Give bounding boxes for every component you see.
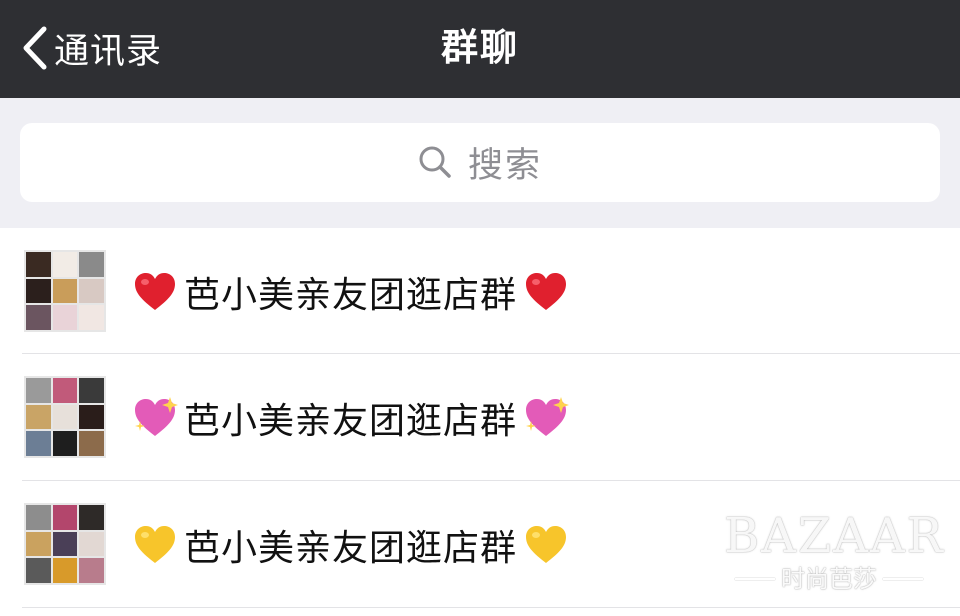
group-list: 芭小美亲友团逛店群 芭小美亲友团逛店群 芭小美亲友团逛店群	[0, 228, 960, 608]
group-name: 芭小美亲友团逛店群	[132, 354, 570, 481]
group-name-text: 芭小美亲友团逛店群	[184, 400, 518, 442]
navigation-bar: 通讯录 群聊	[0, 0, 960, 98]
list-item[interactable]: 芭小美亲友团逛店群	[0, 228, 960, 354]
group-avatar	[24, 376, 106, 458]
row-divider	[22, 607, 960, 608]
sparkling-heart-icon	[132, 395, 178, 441]
page-title: 群聊	[441, 26, 519, 69]
search-placeholder: 搜索	[467, 146, 542, 186]
red-heart-icon	[523, 269, 569, 315]
search-area: 搜索	[0, 98, 960, 228]
search-input[interactable]: 搜索	[20, 123, 940, 202]
search-icon	[418, 145, 452, 183]
red-heart-icon	[132, 269, 178, 315]
yellow-heart-icon	[132, 522, 178, 568]
group-name: 芭小美亲友团逛店群	[132, 481, 569, 608]
sparkling-heart-icon	[523, 395, 570, 441]
group-avatar	[24, 503, 106, 585]
group-name: 芭小美亲友团逛店群	[132, 228, 569, 355]
group-name-text: 芭小美亲友团逛店群	[184, 274, 518, 316]
list-item[interactable]: 芭小美亲友团逛店群	[0, 481, 960, 608]
yellow-heart-icon	[523, 522, 569, 568]
screen: 通讯录 群聊 搜索 芭小美亲友团逛店群 芭小美亲友团逛店群 芭小美亲友团逛店群 …	[0, 0, 960, 616]
group-avatar	[24, 250, 106, 332]
group-name-text: 芭小美亲友团逛店群	[184, 527, 518, 569]
list-item[interactable]: 芭小美亲友团逛店群	[0, 354, 960, 481]
